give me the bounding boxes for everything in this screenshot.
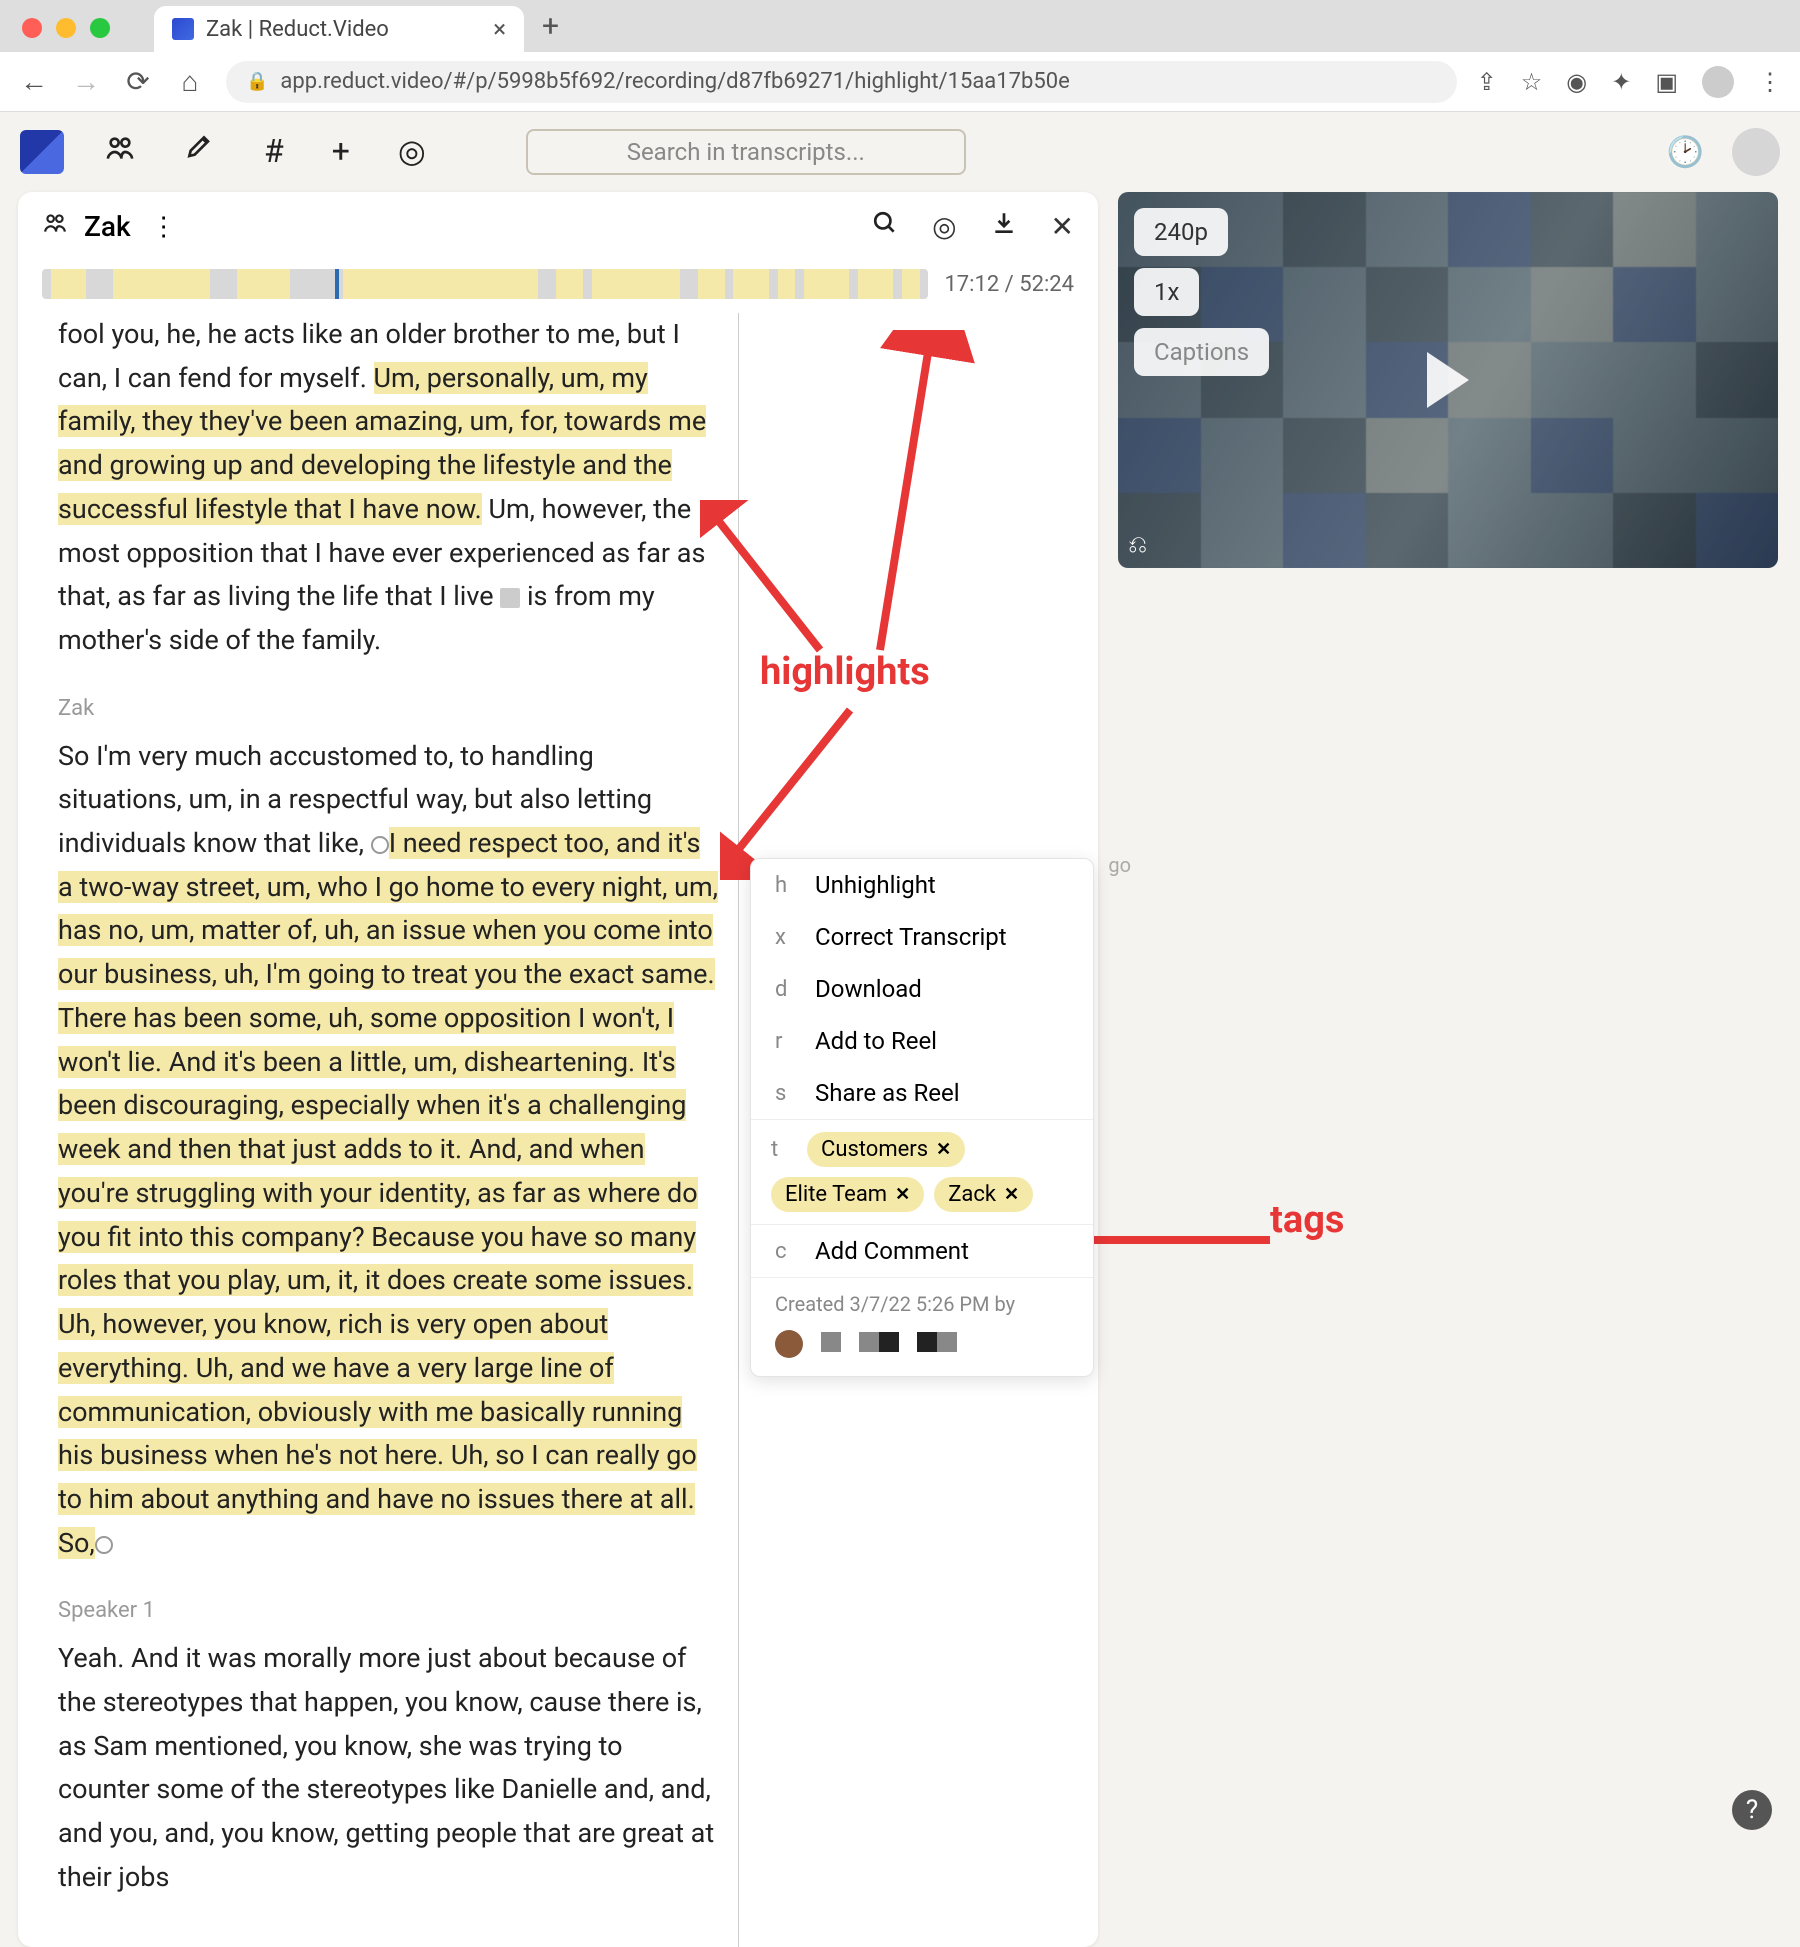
tab-favicon [172, 18, 194, 40]
extensions-icon[interactable]: ✦ [1611, 68, 1631, 96]
url-text: app.reduct.video/#/p/5998b5f692/recordin… [280, 69, 1069, 94]
ctx-correct-transcript[interactable]: xCorrect Transcript [751, 911, 1093, 963]
download-icon[interactable] [991, 210, 1017, 243]
tags-key: t [771, 1137, 789, 1162]
transcript-paragraph: Yeah. And it was morally more just about… [58, 1637, 718, 1899]
tag-zack[interactable]: Zack✕ [934, 1177, 1033, 1212]
speaker-label: Zak [58, 691, 1058, 727]
remove-tag-icon[interactable]: ✕ [895, 1184, 910, 1205]
captions-chip[interactable]: Captions [1134, 328, 1269, 376]
ctx-download[interactable]: dDownload [751, 963, 1093, 1015]
search-icon[interactable] [872, 210, 898, 243]
close-icon[interactable]: ✕ [1051, 210, 1074, 243]
target-icon[interactable]: ◎ [932, 210, 956, 243]
plus-icon[interactable]: + [332, 132, 350, 172]
speakers-icon[interactable] [42, 210, 68, 243]
browser-toolbar: ← → ⟳ ⌂ 🔒 app.reduct.video/#/p/5998b5f69… [0, 52, 1800, 112]
highlighter-icon[interactable] [184, 132, 216, 172]
close-tab-button[interactable]: × [493, 15, 506, 43]
ctx-unhighlight[interactable]: hUnhighlight [751, 859, 1093, 911]
created-by [751, 1330, 1093, 1376]
chrome-menu-icon[interactable]: ⋮ [1758, 68, 1782, 96]
remove-tag-icon[interactable]: ✕ [1004, 1184, 1019, 1205]
tags-row: t Customers✕ Elite Team✕ Zack✕ [751, 1120, 1093, 1224]
speakers-icon[interactable] [104, 132, 136, 172]
selection-handle-end[interactable] [95, 1536, 113, 1554]
recording-name: Zak [84, 210, 131, 243]
reload-button[interactable]: ⟳ [122, 65, 154, 98]
back-button[interactable]: ← [18, 65, 50, 98]
browser-tab[interactable]: Zak | Reduct.Video × [154, 6, 524, 52]
speed-chip[interactable]: 1x [1134, 268, 1199, 316]
cast-icon[interactable]: ⎌ [1128, 530, 1147, 558]
time-ago: go [1108, 853, 1131, 877]
maximize-window-button[interactable] [90, 18, 110, 38]
remove-tag-icon[interactable]: ✕ [936, 1139, 951, 1160]
panel-icon[interactable]: ▣ [1655, 68, 1678, 96]
play-button[interactable] [1427, 352, 1469, 408]
transcript-paragraph: fool you, he, he acts like an older brot… [58, 313, 718, 663]
add-comment-row[interactable]: c Add Comment [751, 1225, 1093, 1277]
tab-title: Zak | Reduct.Video [206, 17, 481, 42]
app-logo[interactable] [20, 130, 64, 174]
extension-1-icon[interactable]: ◉ [1566, 68, 1587, 96]
window-controls [16, 18, 124, 52]
share-icon[interactable]: ⇪ [1477, 68, 1497, 96]
new-tab-button[interactable]: + [542, 9, 559, 52]
video-player[interactable]: 240p 1x Captions ⎌ [1118, 192, 1778, 568]
history-icon[interactable]: 🕑 [1667, 135, 1704, 170]
home-button[interactable]: ⌂ [174, 65, 206, 98]
tag-customers[interactable]: Customers✕ [807, 1132, 965, 1167]
ctx-add-to-reel[interactable]: rAdd to Reel [751, 1015, 1093, 1067]
timeline[interactable] [42, 269, 928, 299]
ctx-share-as-reel[interactable]: sShare as Reel [751, 1067, 1093, 1119]
created-label: Created 3/7/22 5:26 PM by [751, 1278, 1093, 1330]
highlight-context-menu: go hUnhighlightxCorrect TranscriptdDownl… [750, 858, 1094, 1377]
user-avatar[interactable] [1732, 128, 1780, 176]
redacted-word [500, 588, 520, 608]
target-icon[interactable]: ◎ [398, 132, 426, 172]
speaker-label: Speaker 1 [58, 1593, 1058, 1629]
highlighted-text[interactable]: I need respect too, and it's a two-way s… [58, 827, 718, 1559]
minimize-window-button[interactable] [56, 18, 76, 38]
lock-icon: 🔒 [246, 71, 268, 92]
transcript-paragraph: So I'm very much accustomed to, to handl… [58, 735, 718, 1566]
search-placeholder: Search in transcripts... [627, 138, 865, 166]
tag-elite-team[interactable]: Elite Team✕ [771, 1177, 924, 1212]
hashtag-icon[interactable]: # [264, 132, 284, 172]
address-bar[interactable]: 🔒 app.reduct.video/#/p/5998b5f692/record… [226, 61, 1457, 103]
search-input[interactable]: Search in transcripts... [526, 129, 966, 175]
forward-button[interactable]: → [70, 65, 102, 98]
profile-avatar[interactable] [1702, 66, 1734, 98]
browser-tab-bar: Zak | Reduct.Video × + [0, 0, 1800, 52]
bookmark-icon[interactable]: ☆ [1521, 68, 1543, 96]
more-icon[interactable]: ⋮ [151, 212, 177, 242]
close-window-button[interactable] [22, 18, 42, 38]
time-label: 17:12 / 52:24 [944, 272, 1074, 297]
quality-chip[interactable]: 240p [1134, 208, 1228, 256]
help-button[interactable]: ? [1732, 1790, 1772, 1830]
selection-handle-start[interactable] [371, 836, 389, 854]
app-toolbar: # + ◎ Search in transcripts... 🕑 [0, 112, 1800, 192]
